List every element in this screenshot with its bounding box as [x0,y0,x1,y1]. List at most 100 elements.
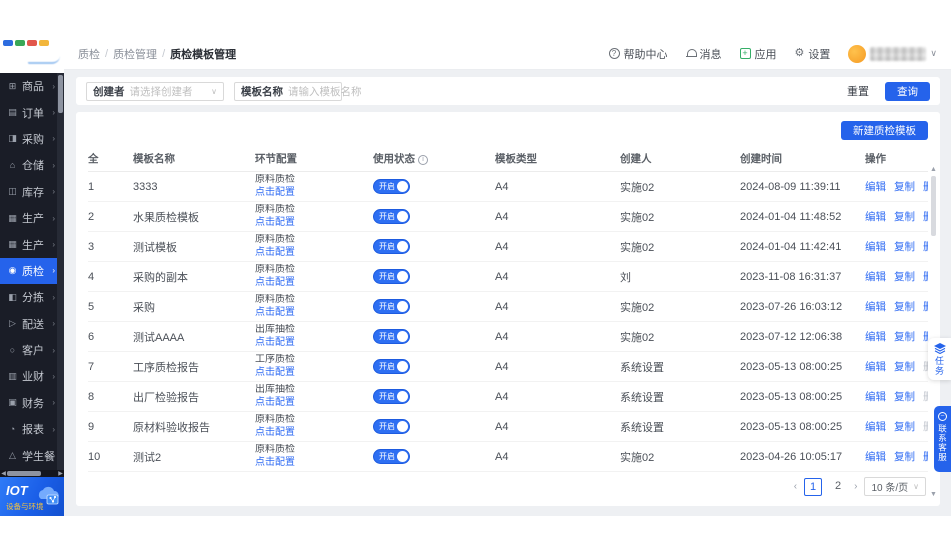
scroll-up-icon[interactable]: ▲ [929,166,938,173]
delete-link[interactable]: 删除 [923,179,928,194]
sidebar-item-业财[interactable]: ▥ 业财 › [0,363,64,389]
sidebar-item-质检[interactable]: ◉ 质检 › [0,258,64,284]
template-type-cell: A4 [495,211,620,223]
sidebar-item-订单[interactable]: ▤ 订单 › [0,99,64,125]
finance-icon: ▣ [7,397,18,408]
sidebar-scrollbar[interactable] [57,73,64,470]
configure-link[interactable]: 点击配置 [255,277,295,288]
copy-link[interactable]: 复制 [894,329,915,344]
copy-link[interactable]: 复制 [894,449,915,464]
page-2[interactable]: 2 [829,478,847,496]
sidebar-item-生产[interactable]: ▦ 生产 › [0,205,64,231]
user-menu[interactable]: ∨ [848,45,937,63]
scroll-left-icon[interactable]: ◀ [0,470,7,477]
apps-button[interactable]: + 应用 [740,46,777,62]
goods-icon: ⊞ [7,81,18,92]
delete-link[interactable]: 删除 [923,449,928,464]
copy-link[interactable]: 复制 [894,299,915,314]
status-toggle[interactable]: 开启 [373,359,410,374]
new-template-button[interactable]: 新建质检模板 [841,121,928,140]
copy-link[interactable]: 复制 [894,419,915,434]
breadcrumb-link[interactable]: 质检 [78,46,100,62]
col-seq: 全 [88,151,133,166]
delete-link[interactable]: 删除 [923,299,928,314]
edit-link[interactable]: 编辑 [865,179,886,194]
edit-link[interactable]: 编辑 [865,419,886,434]
sidebar-item-采购[interactable]: ◨ 采购 › [0,126,64,152]
messages-label: 消息 [700,46,722,62]
configure-link[interactable]: 点击配置 [255,337,295,348]
settings-button[interactable]: ⚙ 设置 [795,46,831,62]
sidebar-item-库存[interactable]: ◫ 库存 › [0,179,64,205]
page-1[interactable]: 1 [804,478,822,496]
status-toggle[interactable]: 开启 [373,239,410,254]
messages-button[interactable]: 消息 [686,46,722,62]
info-icon[interactable]: i [418,155,428,165]
search-button[interactable]: 查询 [885,82,930,101]
edit-link[interactable]: 编辑 [865,269,886,284]
configure-link[interactable]: 点击配置 [255,367,295,378]
status-toggle[interactable]: 开启 [373,179,410,194]
chevron-right-icon: › [52,108,55,117]
sidebar-item-商品[interactable]: ⊞ 商品 › [0,73,64,99]
delete-link[interactable]: 删除 [923,239,928,254]
delete-link[interactable]: 删除 [923,269,928,284]
configure-link[interactable]: 点击配置 [255,247,295,258]
creator-select[interactable]: 创建者 请选择创建者 ∨ [86,82,224,101]
tasks-floating-button[interactable]: 任务 [928,338,951,380]
copy-link[interactable]: 复制 [894,239,915,254]
copy-link[interactable]: 复制 [894,179,915,194]
delete-link[interactable]: 删除 [923,209,928,224]
scroll-right-icon[interactable]: ▶ [57,470,64,477]
stage-label: 原料质检 [255,294,367,307]
configure-link[interactable]: 点击配置 [255,397,295,408]
reset-button[interactable]: 重置 [841,81,875,101]
configure-link[interactable]: 点击配置 [255,457,295,468]
scroll-down-icon[interactable]: ▼ [929,491,938,498]
scrollbar-thumb[interactable] [7,471,41,476]
status-toggle[interactable]: 开启 [373,449,410,464]
copy-link[interactable]: 复制 [894,359,915,374]
page-size-select[interactable]: 10 条/页 ∨ [864,477,926,496]
configure-link[interactable]: 点击配置 [255,187,295,198]
edit-link[interactable]: 编辑 [865,449,886,464]
sidebar-item-仓储[interactable]: ⌂ 仓储 › [0,152,64,178]
sidebar-horizontal-scrollbar[interactable]: ◀ ▶ [0,470,64,477]
configure-link[interactable]: 点击配置 [255,427,295,438]
breadcrumb-current: 质检模板管理 [170,46,236,62]
scrollbar-thumb[interactable] [931,176,936,236]
sidebar-item-学生餐[interactable]: △ 学生餐 › [0,442,64,468]
contact-support-button[interactable]: ‒ 联系客服 [934,406,951,472]
help-center-button[interactable]: ? 帮助中心 [609,46,668,62]
status-toggle[interactable]: 开启 [373,389,410,404]
sidebar-item-客户[interactable]: ○ 客户 › [0,337,64,363]
production-icon: ▦ [7,213,18,224]
prev-page-icon[interactable]: ‹ [794,481,797,492]
status-toggle[interactable]: 开启 [373,329,410,344]
copy-link[interactable]: 复制 [894,209,915,224]
copy-link[interactable]: 复制 [894,269,915,284]
sidebar-item-分拣[interactable]: ◧ 分拣 › [0,284,64,310]
template-name-input[interactable]: 模板名称 请输入模板名称 [234,82,342,101]
status-toggle[interactable]: 开启 [373,269,410,284]
edit-link[interactable]: 编辑 [865,329,886,344]
status-toggle[interactable]: 开启 [373,419,410,434]
copy-link[interactable]: 复制 [894,389,915,404]
table-row: 5 采购 原料质检 点击配置 开启 A4 实施02 2023-07-26 16:… [88,292,928,322]
edit-link[interactable]: 编辑 [865,209,886,224]
edit-link[interactable]: 编辑 [865,389,886,404]
next-page-icon[interactable]: › [854,481,857,492]
breadcrumb-link[interactable]: 质检管理 [113,46,157,62]
sidebar-item-财务[interactable]: ▣ 财务 › [0,390,64,416]
configure-link[interactable]: 点击配置 [255,217,295,228]
sidebar-item-报表[interactable]: ◔ 报表 › [0,416,64,442]
status-toggle[interactable]: 开启 [373,299,410,314]
edit-link[interactable]: 编辑 [865,239,886,254]
configure-link[interactable]: 点击配置 [255,307,295,318]
edit-link[interactable]: 编辑 [865,359,886,374]
iot-banner[interactable]: IOT 设备与环境 [0,477,64,516]
sidebar-item-配送[interactable]: ▷ 配送 › [0,311,64,337]
status-toggle[interactable]: 开启 [373,209,410,224]
edit-link[interactable]: 编辑 [865,299,886,314]
sidebar-item-生产[interactable]: ▦ 生产 › [0,231,64,257]
